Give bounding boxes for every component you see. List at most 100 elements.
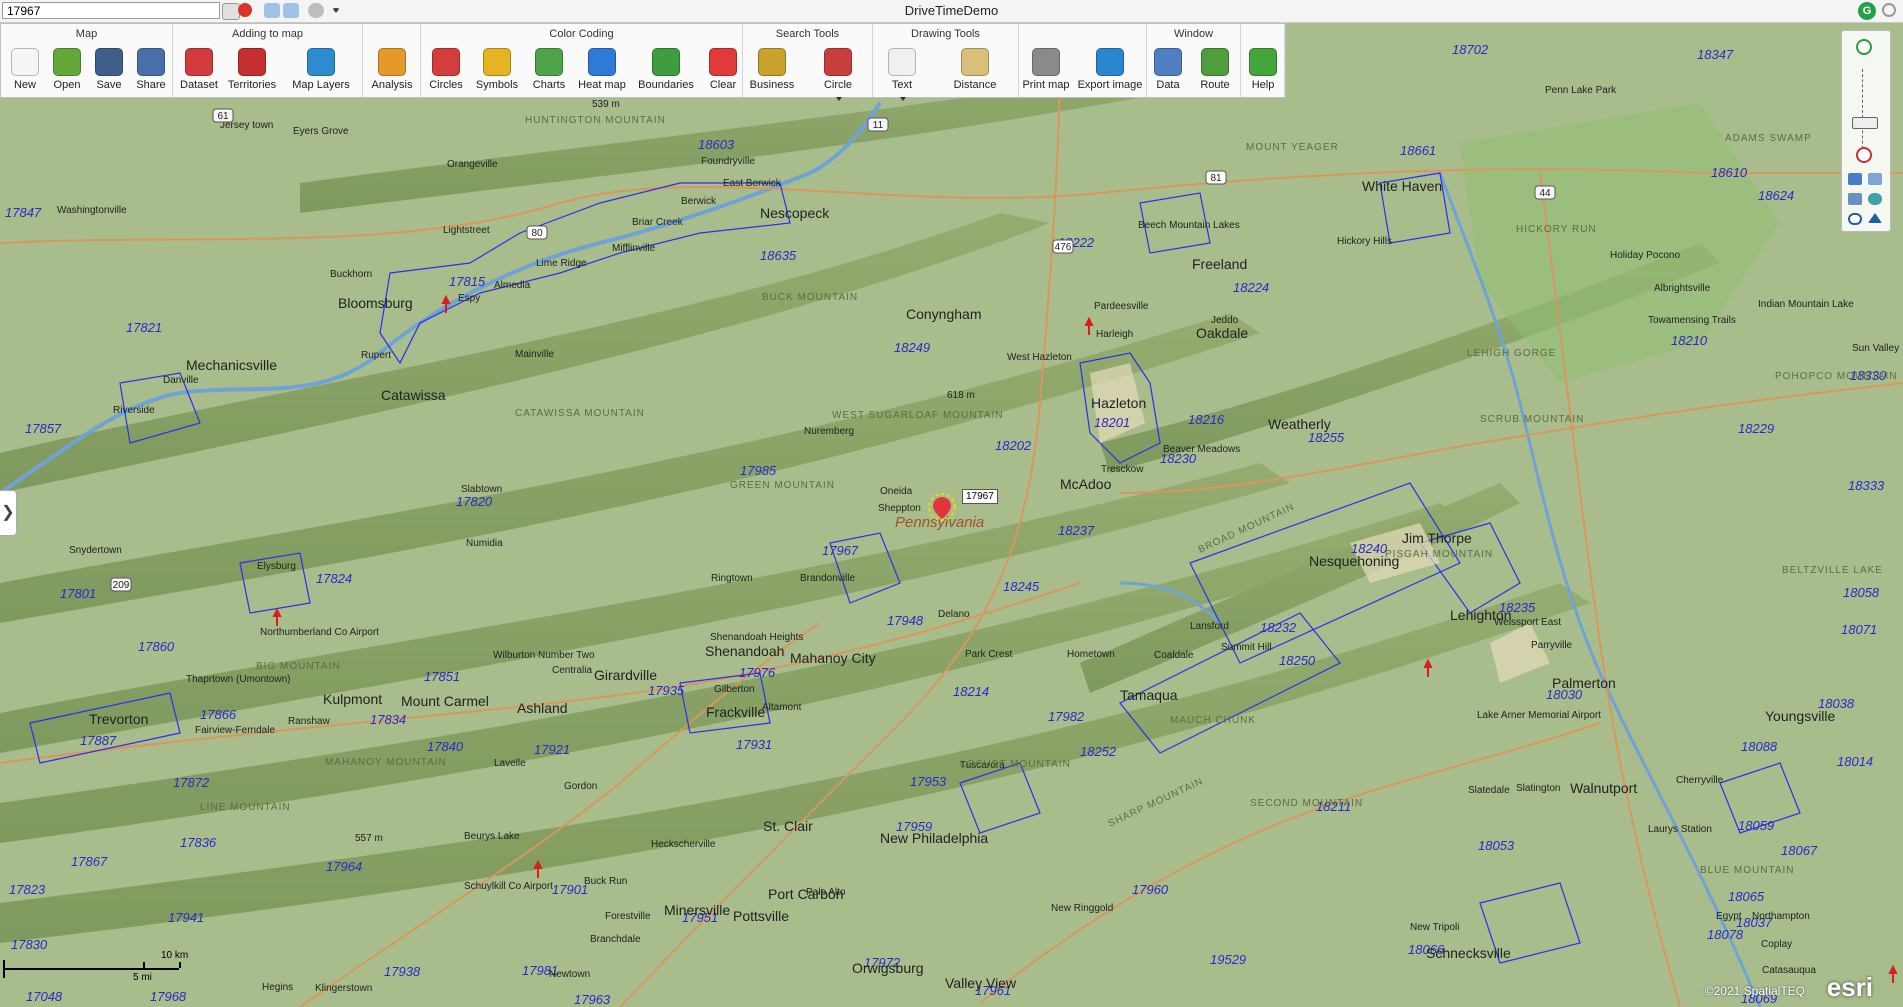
symbols-button[interactable]: Symbols xyxy=(471,46,523,96)
place-label: Towamensing Trails xyxy=(1648,315,1736,326)
ribbon-group-6: Print map Export image xyxy=(1019,24,1147,97)
search-input[interactable] xyxy=(2,2,220,19)
zoom-slider-thumb[interactable] xyxy=(1852,117,1878,129)
magnifier-icon[interactable] xyxy=(1848,213,1862,225)
new-button[interactable]: New xyxy=(1,46,49,96)
redo-icon[interactable] xyxy=(283,3,299,18)
zip-label: 18661 xyxy=(1400,143,1436,158)
text-button[interactable]: Text xyxy=(873,46,931,101)
zip-label: 17834 xyxy=(370,712,406,727)
place-label: Thaprtown (Umontown) xyxy=(186,674,290,685)
place-label: Slatedale xyxy=(1468,785,1510,796)
zip-label: 17935 xyxy=(648,683,685,698)
boundaries-button[interactable]: Boundaries xyxy=(633,46,699,96)
place-label: Catawissa xyxy=(381,387,446,403)
share-button[interactable]: Share xyxy=(131,46,171,96)
undo-icon[interactable] xyxy=(264,3,280,18)
print-map-button[interactable]: Print map xyxy=(1019,46,1073,96)
text-icon xyxy=(888,48,916,76)
zip-label: 19529 xyxy=(1210,952,1246,967)
mountain-label: LEHIGH GORGE xyxy=(1467,348,1556,359)
zip-label: 18214 xyxy=(953,684,989,699)
dataset-button[interactable]: Dataset xyxy=(173,46,225,96)
zip-label: 18250 xyxy=(1279,653,1316,668)
territories-button[interactable]: Territories xyxy=(227,46,277,96)
zip-label: 18624 xyxy=(1758,188,1794,203)
map-attribution: ©2021 SpatialTEQ xyxy=(1704,984,1805,998)
map-canvas[interactable]: 18702 18347 18603 18661 18610 18624 17847 18635… xyxy=(0,23,1903,1007)
business-label: Business xyxy=(749,79,795,91)
dropdown-arrow-icon[interactable] xyxy=(900,96,906,101)
help-label: Help xyxy=(1251,79,1275,91)
gear-icon[interactable] xyxy=(308,3,324,18)
place-label: Klingerstown xyxy=(315,983,372,994)
rotate-left-icon[interactable] xyxy=(1848,173,1862,185)
place-label: Shenandoah Heights xyxy=(710,632,803,643)
place-label: Cherryville xyxy=(1676,775,1724,786)
circle-label: Circle xyxy=(823,79,853,91)
zip-label: 18347 xyxy=(1697,47,1734,62)
side-panel-toggle[interactable]: ❯ xyxy=(0,490,17,536)
zip-label: 17976 xyxy=(739,665,776,680)
place-label: Nescopeck xyxy=(760,205,830,221)
place-label: Ringtown xyxy=(711,573,753,584)
open-button[interactable]: Open xyxy=(47,46,87,96)
globe-view-icon[interactable] xyxy=(1868,193,1882,205)
export-image-button[interactable]: Export image xyxy=(1075,46,1145,96)
place-label: McAdoo xyxy=(1060,476,1112,492)
highway-number: 61 xyxy=(217,111,229,122)
distance-button[interactable]: Distance xyxy=(933,46,1017,96)
circle-button[interactable]: Circle xyxy=(805,46,871,101)
zoom-in-icon[interactable] xyxy=(1856,39,1872,55)
heat-map-button[interactable]: Heat map xyxy=(573,46,631,96)
save-button[interactable]: Save xyxy=(89,46,129,96)
place-label: St. Clair xyxy=(763,818,813,834)
rotate-right-icon[interactable] xyxy=(1868,173,1882,185)
text-label: Text xyxy=(891,79,913,91)
zip-label: 17982 xyxy=(1048,709,1085,724)
zip-label: 18201 xyxy=(1094,415,1130,430)
map-layers-button[interactable]: Map Layers xyxy=(279,46,363,96)
settings-icon[interactable] xyxy=(1882,3,1896,17)
clear-label: Clear xyxy=(709,79,737,91)
place-label: Wilburton Number Two xyxy=(493,650,595,661)
esri-logo: esri xyxy=(1826,972,1873,1002)
open-icon xyxy=(53,48,81,76)
zoom-box-icon[interactable] xyxy=(1848,193,1862,205)
dataset-icon xyxy=(185,48,213,76)
dropdown-arrow-icon[interactable] xyxy=(836,96,842,101)
route-button[interactable]: Route xyxy=(1193,46,1237,96)
zip-label: 17872 xyxy=(173,775,210,790)
close-search-icon[interactable] xyxy=(238,3,252,17)
place-label: East Berwick xyxy=(723,178,782,189)
dropdown-arrow-icon[interactable] xyxy=(332,8,340,16)
place-label: Coaldale xyxy=(1154,650,1194,661)
place-label: West Hazleton xyxy=(1007,352,1072,363)
mountain-label: SCRUB MOUNTAIN xyxy=(1480,414,1584,425)
charts-button[interactable]: Charts xyxy=(525,46,573,96)
place-label: Beech Mountain Lakes xyxy=(1138,220,1240,231)
place-label: Tamaqua xyxy=(1120,687,1178,703)
zip-label: 18333 xyxy=(1848,478,1885,493)
analysis-button[interactable]: Analysis xyxy=(363,46,421,96)
print-map-icon xyxy=(1032,48,1060,76)
place-label: Heckscherville xyxy=(651,839,716,850)
circles-button[interactable]: Circles xyxy=(421,46,471,96)
place-label: Trevorton xyxy=(89,711,148,727)
ribbon-group-title: Adding to map xyxy=(232,28,303,40)
zip-label: 17938 xyxy=(384,964,421,979)
business-button[interactable]: Business xyxy=(743,46,801,96)
chevron-up-icon[interactable] xyxy=(1868,213,1882,223)
help-button[interactable]: Help xyxy=(1241,46,1285,96)
mountain-label: BLUE MOUNTAIN xyxy=(1700,865,1795,876)
user-avatar[interactable]: G xyxy=(1858,2,1876,20)
place-label: Snydertown xyxy=(69,545,122,556)
clear-button[interactable]: Clear xyxy=(703,46,743,96)
zip-label: 17821 xyxy=(126,320,162,335)
place-label: Walnutport xyxy=(1570,780,1637,796)
place-label: Lightstreet xyxy=(443,225,490,236)
zoom-slider-track[interactable] xyxy=(1862,69,1869,159)
zip-label: 17824 xyxy=(316,571,352,586)
zoom-out-icon[interactable] xyxy=(1856,147,1872,163)
data-button[interactable]: Data xyxy=(1147,46,1189,96)
